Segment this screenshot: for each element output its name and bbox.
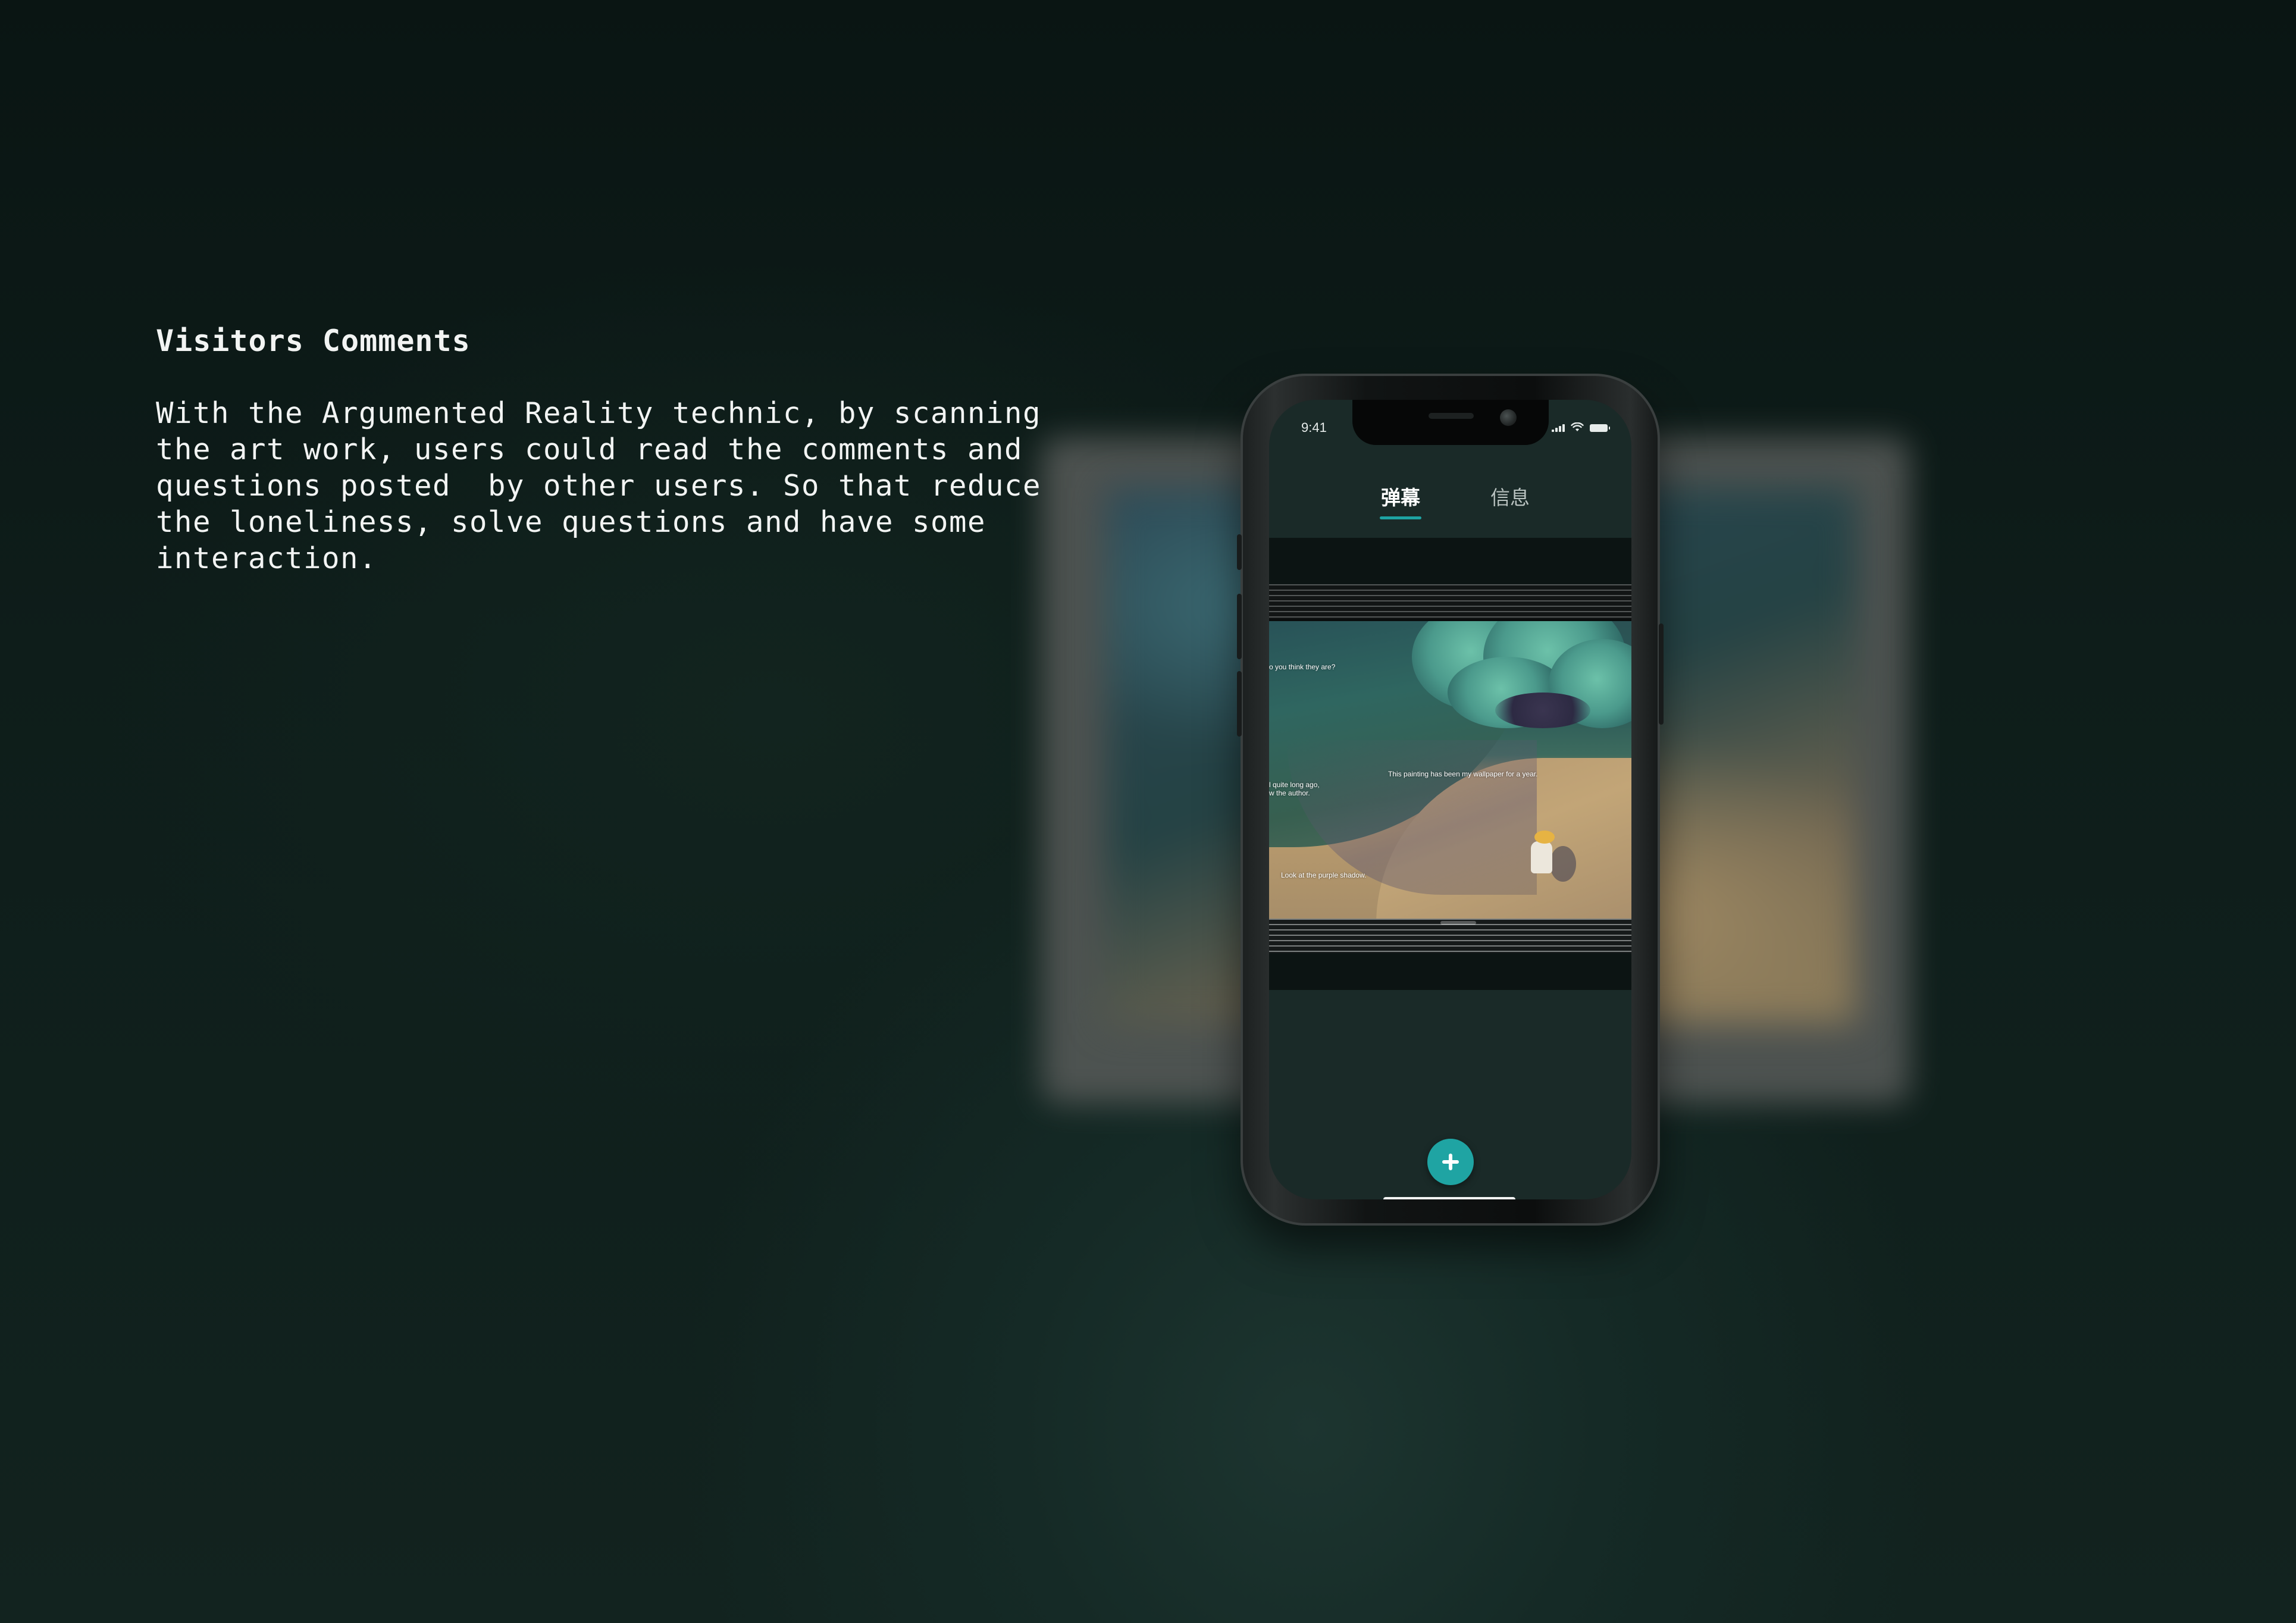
section-heading: Visitors Comments [156, 324, 471, 358]
painting-figure-shadow [1550, 846, 1576, 882]
painting: o you think they are? This painting has … [1269, 621, 1631, 919]
phone-mockup: 9:41 弹幕 信息 o you think they are? This pa… [1237, 374, 1664, 1226]
status-time: 9:41 [1301, 420, 1327, 435]
ar-comment: Look at the purple shadow. [1281, 871, 1367, 879]
painting-figure-hat [1534, 831, 1555, 844]
tab-info[interactable]: 信息 [1490, 483, 1530, 513]
wifi-icon [1571, 422, 1584, 431]
mute-switch [1237, 534, 1242, 570]
add-comment-button[interactable] [1427, 1139, 1474, 1185]
speaker [1429, 413, 1474, 419]
text-section: Visitors Comments With the Argumented Re… [156, 320, 1084, 576]
section-description: With the Argumented Reality technic, by … [156, 396, 1042, 575]
painting-tree-shadow [1495, 693, 1590, 728]
frame-bottom-edge [1269, 919, 1631, 953]
signal-icon [1552, 424, 1565, 432]
tab-bar: 弹幕 信息 [1269, 483, 1631, 525]
frame-top-edge [1269, 584, 1631, 619]
battery-icon [1590, 424, 1610, 432]
notch [1352, 400, 1549, 445]
power-button [1659, 623, 1664, 725]
painting-figure [1531, 841, 1552, 873]
phone-screen: 9:41 弹幕 信息 o you think they are? This pa… [1269, 400, 1631, 1199]
status-icons [1552, 422, 1610, 432]
volume-down-button [1237, 671, 1242, 737]
volume-up-button [1237, 594, 1242, 659]
camera-icon [1500, 409, 1517, 426]
ar-artwork-frame: o you think they are? This painting has … [1269, 584, 1631, 953]
ar-comment: o you think they are? [1269, 663, 1336, 671]
tab-danmaku[interactable]: 弹幕 [1380, 483, 1421, 519]
ar-comment: l quite long ago, [1269, 781, 1320, 789]
ar-comment: This painting has been my wallpaper for … [1388, 770, 1538, 778]
home-indicator[interactable] [1383, 1197, 1515, 1199]
plus-icon [1442, 1154, 1459, 1170]
ar-comment: w the author. [1269, 789, 1310, 797]
